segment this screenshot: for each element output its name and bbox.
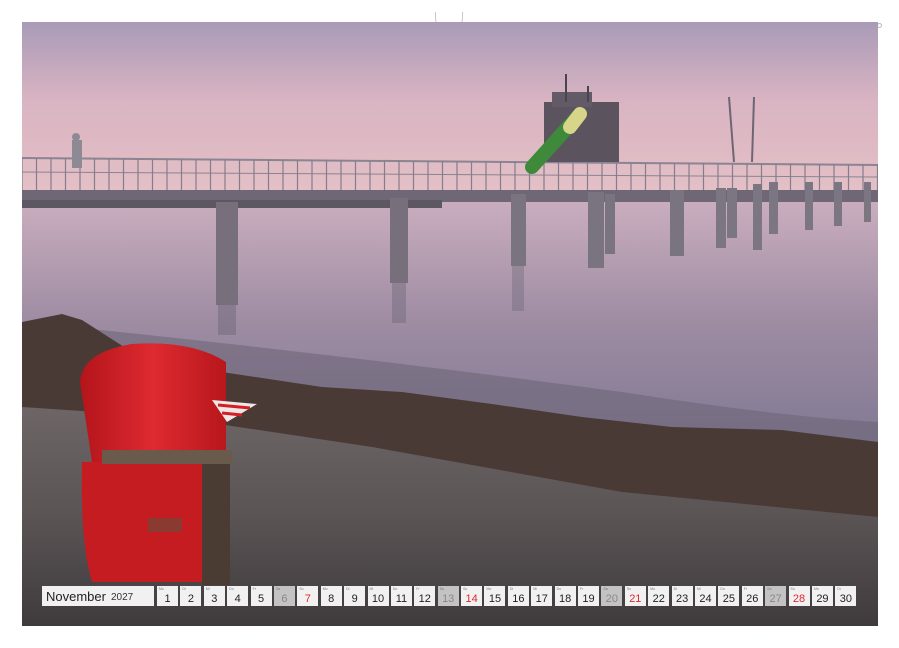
- day-of-week: Di: [182, 587, 186, 591]
- day-cell: So 14: [461, 586, 483, 606]
- day-of-week: Mo: [486, 587, 492, 591]
- day-number: 7: [304, 593, 311, 605]
- pier-beach-photo: [22, 22, 878, 626]
- day-of-week: Mi: [696, 587, 701, 591]
- day-number: 20: [605, 593, 619, 605]
- day-number: 4: [234, 593, 241, 605]
- day-number: 10: [371, 593, 385, 605]
- day-number: 8: [328, 593, 335, 605]
- day-number: 30: [839, 593, 852, 605]
- month-year: 2027: [110, 591, 134, 603]
- day-of-week: Di: [346, 587, 350, 591]
- day-number: 27: [769, 593, 782, 605]
- day-cell: Mi 17: [531, 586, 553, 606]
- month-label: November 2027: [42, 586, 154, 606]
- day-of-week: Fr: [416, 587, 420, 591]
- day-of-week: Mi: [205, 587, 210, 591]
- day-cell: Di 2: [180, 586, 202, 606]
- day-of-week: Sa: [767, 587, 772, 591]
- day-cell: Mo 22: [648, 586, 670, 606]
- day-number: 13: [442, 593, 455, 605]
- day-number: 6: [281, 593, 288, 605]
- day-of-week: Do: [720, 587, 725, 591]
- day-number: 26: [746, 593, 759, 605]
- day-cell: So 28: [788, 586, 810, 606]
- day-cell: Fr 19: [578, 586, 600, 606]
- day-of-week: Mo: [322, 587, 328, 591]
- day-cell: Mo 1: [157, 586, 178, 606]
- day-of-week: So: [626, 587, 632, 591]
- day-of-week: Do: [229, 587, 234, 591]
- day-number: 28: [792, 593, 806, 605]
- day-cell: So 7: [297, 586, 319, 606]
- day-number: 3: [211, 593, 218, 605]
- day-number: 14: [465, 593, 478, 605]
- day-cell: Do 4: [227, 586, 249, 606]
- day-cell: Mo 8: [320, 586, 342, 606]
- day-of-week: So: [790, 587, 795, 591]
- day-of-week: Di: [837, 587, 841, 591]
- day-of-week: Mi: [369, 587, 374, 591]
- days-row: Mo 1 Di 2 Mi 3 Do 4 Fr 5 Sa 6 So 7 Mo 8 Di 9 Mi 10 Do 11 Fr 12 S…: [157, 586, 859, 606]
- day-cell: Mo 15: [484, 586, 506, 606]
- day-number: 1: [164, 593, 171, 605]
- day-of-week: Mi: [533, 587, 537, 591]
- day-cell: Fr 26: [741, 586, 763, 606]
- day-cell: Sa 20: [601, 586, 623, 606]
- day-of-week: Sa: [275, 587, 281, 591]
- day-of-week: Di: [673, 587, 677, 591]
- day-number: 16: [512, 593, 525, 605]
- day-number: 9: [351, 593, 358, 605]
- day-cell: Di 16: [507, 586, 529, 606]
- day-number: 29: [816, 593, 829, 605]
- day-cell: Sa 6: [273, 586, 295, 606]
- day-number: 22: [652, 593, 665, 605]
- day-of-week: So: [463, 587, 468, 591]
- day-number: 11: [395, 593, 408, 605]
- day-of-week: Fr: [743, 587, 748, 591]
- day-of-week: Do: [392, 587, 398, 591]
- day-cell: Do 25: [718, 586, 740, 606]
- day-of-week: Sa: [603, 587, 608, 591]
- day-cell: Di 9: [344, 586, 366, 606]
- day-number: 25: [722, 593, 735, 605]
- day-number: 17: [535, 593, 548, 605]
- day-number: 24: [699, 593, 712, 605]
- day-cell: Di 23: [671, 586, 693, 606]
- day-cell: Mi 3: [203, 586, 225, 606]
- day-cell: Do 11: [390, 586, 412, 606]
- day-number: 2: [187, 593, 194, 605]
- calendar-photo: [22, 22, 878, 626]
- day-cell: Fr 12: [414, 586, 436, 606]
- day-of-week: Sa: [439, 587, 444, 591]
- day-number: 19: [582, 593, 595, 605]
- day-number: 5: [258, 593, 265, 605]
- day-cell: Mo 29: [811, 586, 833, 606]
- day-cell: Sa 27: [765, 586, 787, 606]
- day-cell: Fr 5: [250, 586, 272, 606]
- day-of-week: So: [299, 587, 304, 591]
- day-cell: Do 18: [554, 586, 576, 606]
- day-number: 12: [418, 593, 431, 605]
- day-of-week: Di: [509, 587, 514, 591]
- day-number: 23: [675, 593, 689, 605]
- day-of-week: Mo: [650, 587, 656, 591]
- day-of-week: Mo: [159, 587, 164, 591]
- day-number: 18: [559, 593, 572, 605]
- day-cell: Sa 13: [437, 586, 459, 606]
- day-of-week: Do: [556, 587, 562, 591]
- day-of-week: Fr: [252, 587, 256, 591]
- month-name: November: [46, 588, 106, 604]
- day-number: 21: [629, 593, 642, 605]
- day-number: 15: [488, 593, 502, 605]
- day-cell: Di 30: [835, 586, 857, 606]
- day-of-week: Mo: [813, 587, 819, 591]
- calendar-strip: November 2027 Mo 1 Di 2 Mi 3 Do 4 Fr 5 Sa 6 So 7 Mo 8 Di…: [42, 586, 859, 606]
- day-of-week: Fr: [580, 587, 584, 591]
- day-cell: So 21: [624, 586, 646, 606]
- day-cell: Mi 10: [367, 586, 389, 606]
- day-cell: Mi 24: [694, 586, 716, 606]
